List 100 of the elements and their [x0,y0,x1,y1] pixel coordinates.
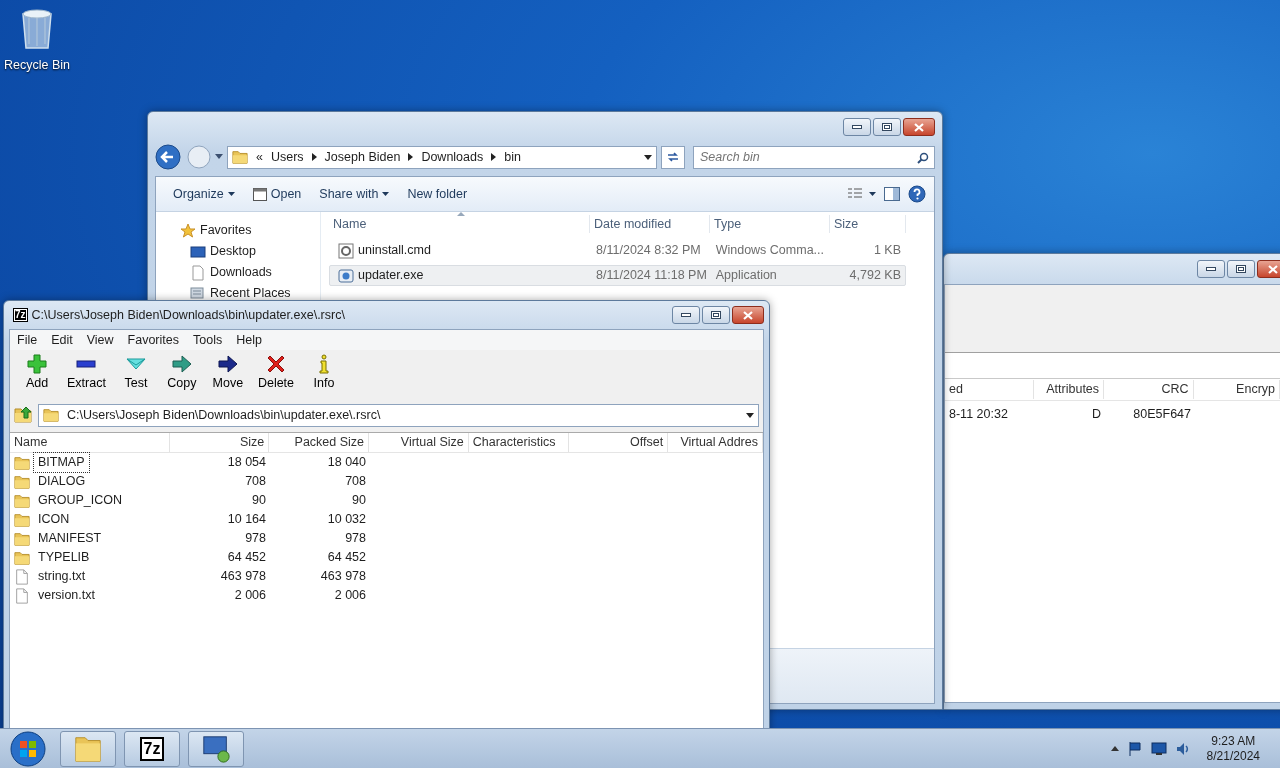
close-button[interactable] [732,306,764,324]
dropdown-arrow-icon[interactable] [746,412,754,418]
packed-size-cell-text: 2 006 [333,587,367,605]
refresh-button[interactable] [661,145,685,169]
breadcrumb-item[interactable]: bin [504,147,521,167]
nav-item[interactable]: Downloads [156,262,320,283]
command-button[interactable]: Organize [164,184,244,204]
column-header[interactable]: ed [945,380,1035,399]
file-name[interactable]: MANIFEST [34,529,106,548]
maximize-icon [1236,265,1246,273]
menu-item[interactable]: File [10,330,45,350]
network-icon[interactable] [1150,741,1167,756]
column-header[interactable]: Characteristics [468,433,569,452]
view-options-icon[interactable] [848,188,876,200]
search-field[interactable]: Search bin [693,145,935,169]
command-button[interactable]: Open [243,184,311,204]
maximize-button[interactable] [702,306,730,324]
document-icon [14,587,30,604]
toolbar-button[interactable]: Copy [162,354,201,393]
breadcrumb-item[interactable]: Users [270,147,304,167]
menu-item[interactable]: Favorites [120,330,186,350]
table-cell-text: D [1090,406,1102,424]
nav-item[interactable]: Recent Places [156,283,320,304]
menu-item[interactable]: Tools [186,330,230,350]
file-row[interactable]: updater.exe 8/11/2024 11:18 PM Application 4,792 KB [329,265,906,286]
document-icon [14,568,30,585]
address-bar[interactable]: « Users Joseph Biden Downloads bin [227,145,657,169]
toolbar-button[interactable]: Extract [64,354,109,393]
menu-item[interactable]: Help [229,330,269,350]
column-header[interactable]: Size [830,214,906,234]
path-field[interactable]: C:\Users\Joseph Biden\Downloads\bin\updater.exe\.rsrc\ [38,403,759,427]
breadcrumb-arrow-icon[interactable] [491,153,497,161]
menu-item[interactable]: View [79,330,121,350]
nav-item[interactable]: Desktop [156,241,320,262]
taskbar-button[interactable]: 7z [124,730,180,767]
column-header[interactable]: Virtual Addres [668,433,763,452]
maximize-button[interactable] [1227,260,1255,278]
preview-pane-icon[interactable] [884,187,900,201]
column-header[interactable]: Encryp [1193,380,1280,399]
file-name[interactable]: GROUP_ICON [34,491,127,510]
column-header[interactable]: Virtual Size [369,433,469,452]
column-header[interactable]: Offset [568,433,669,452]
breadcrumb-arrow-icon[interactable] [408,153,414,161]
breadcrumb-item[interactable]: Downloads [421,147,484,167]
minimize-button[interactable] [672,306,700,324]
column-header[interactable]: Size [169,433,270,452]
column-header[interactable]: Date modified [590,214,710,234]
command-button[interactable]: New folder [398,184,477,204]
size-cell-text: 978 [244,530,267,548]
minimize-icon [852,125,862,129]
toolbar-button[interactable]: Info [305,354,344,393]
up-folder-icon[interactable] [14,406,34,424]
expand-tray-icon[interactable] [1110,746,1119,751]
overflow-chevron[interactable]: « [256,147,263,167]
file-name[interactable]: DIALOG [34,472,90,491]
close-button[interactable] [1257,260,1280,278]
column-header[interactable]: Attributes [1034,380,1105,399]
toolbar-button[interactable]: Delete [254,354,298,393]
packed-size-cell-text: 978 [344,530,367,548]
command-button[interactable]: Share with [310,184,399,204]
column-header[interactable]: CRC [1104,380,1194,399]
back-button[interactable] [155,144,183,170]
menu-item[interactable]: Edit [44,330,80,350]
column-header[interactable]: Packed Size [269,433,370,452]
flag-icon[interactable] [1126,740,1143,757]
minimize-button[interactable] [1197,260,1225,278]
close-button[interactable] [903,118,935,136]
file-name[interactable]: string.txt [34,567,90,586]
folder-icon [14,549,30,566]
file-name[interactable]: version.txt [34,586,99,605]
caret-icon[interactable] [215,154,223,160]
type-cell-text: Application [714,267,778,285]
file-row[interactable]: uninstall.cmd 8/11/2024 8:32 PM Windows Comma... 1 KB [329,240,906,261]
maximize-button[interactable] [873,118,901,136]
breadcrumb-item[interactable]: Joseph Biden [324,147,401,167]
help-icon[interactable] [908,185,926,203]
dropdown-arrow-icon[interactable] [644,154,652,160]
document-icon [190,264,206,281]
nav-item[interactable]: Favorites [156,220,320,241]
monitor-icon [190,243,206,260]
column-header[interactable]: Type [710,214,830,234]
clock[interactable]: 9:23 AM 8/21/2024 [1206,733,1260,764]
toolbar-button[interactable]: Move [208,354,247,393]
date-cell-text: 8/11/2024 11:18 PM [595,267,708,285]
taskbar-button[interactable] [188,730,244,767]
minimize-button[interactable] [843,118,871,136]
table-cell-text: 8-11 20:32 [948,406,1009,424]
file-name[interactable]: BITMAP [34,453,89,472]
caret-icon [227,192,235,196]
folder-icon [14,454,30,471]
maximize-icon [882,123,892,131]
file-name[interactable]: ICON [34,510,74,529]
toolbar-button[interactable]: Add [18,354,56,393]
file-name: uninstall.cmd [358,242,431,260]
breadcrumb-arrow-icon[interactable] [311,153,317,161]
column-header[interactable]: Name [10,433,170,452]
toolbar-button[interactable]: Test [116,354,155,393]
icon-label[interactable]: Recycle Bin [4,56,70,75]
file-name[interactable]: TYPELIB [34,548,94,567]
file-name: updater.exe [358,267,424,285]
